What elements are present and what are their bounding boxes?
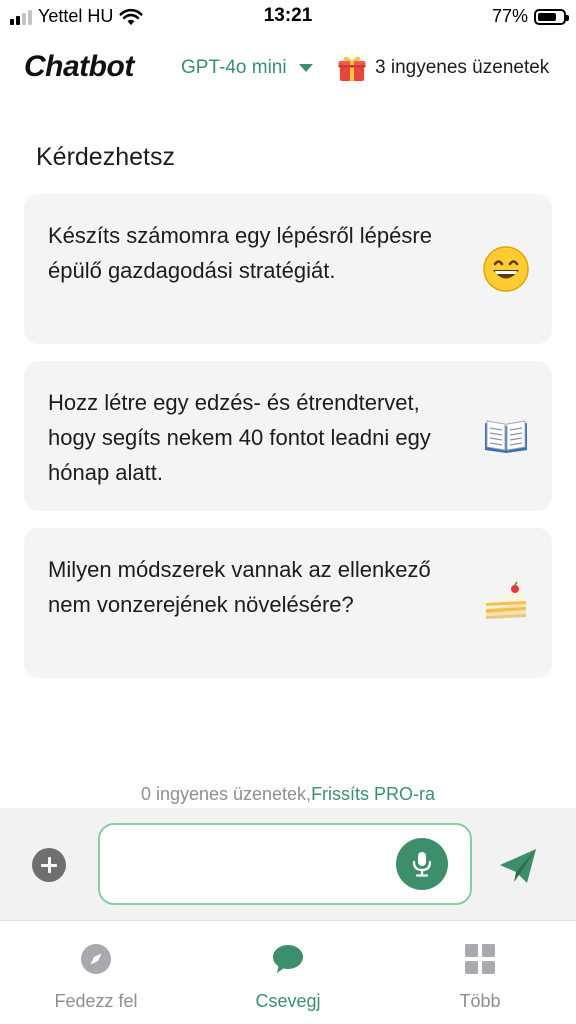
suggestion-card[interactable]: Milyen módszerek vannak az ellenkező nem… <box>24 528 552 678</box>
chat-bubble-icon <box>273 945 303 973</box>
status-bar: Yettel HU 13:21 77% <box>0 0 576 34</box>
tab-explore[interactable]: Fedezz fel <box>0 921 192 1024</box>
battery-percentage: 77% <box>491 6 528 26</box>
clock: 13:21 <box>263 5 313 26</box>
open-book-emoji <box>485 420 527 453</box>
suggestion-text: Milyen módszerek vannak az ellenkező nem… <box>48 557 431 617</box>
tab-more[interactable]: Több <box>384 921 576 1024</box>
suggestion-card[interactable]: Hozz létre egy edzés- és étrendtervet, h… <box>24 361 552 511</box>
caret-down-icon <box>298 64 313 72</box>
model-name: GPT-4o mini <box>181 57 287 78</box>
free-messages-remaining: 0 ingyenes üzenetek, <box>140 784 312 804</box>
cake-slice-emoji <box>486 581 526 619</box>
message-composer <box>0 808 576 920</box>
microphone-icon <box>412 852 432 877</box>
add-attachment-button[interactable] <box>32 848 66 882</box>
app-header: Chatbot GPT-4o mini 3 ingyenes üzenetek <box>0 44 576 96</box>
credits-notice: 0 ingyenes üzenetek,Frissíts PRO-ra <box>0 784 576 805</box>
suggestion-text: Hozz létre egy edzés- és étrendtervet, h… <box>48 390 431 485</box>
suggestion-text: Készíts számomra egy lépésről lépésre ép… <box>48 223 432 283</box>
free-messages-count: 3 ingyenes üzenetek <box>375 57 550 78</box>
bottom-tab-bar: Fedezz fel Csevegj Több <box>0 920 576 1024</box>
grinning-face-emoji <box>483 246 529 292</box>
battery-icon <box>534 8 569 25</box>
tab-label: Csevegj <box>255 991 321 1011</box>
tab-label: Fedezz fel <box>54 991 138 1011</box>
free-messages-badge[interactable]: 3 ingyenes üzenetek <box>337 53 549 83</box>
grid-icon <box>465 944 495 974</box>
send-button[interactable] <box>497 846 539 886</box>
tab-chat[interactable]: Csevegj <box>192 921 384 1024</box>
microphone-button[interactable] <box>396 838 448 890</box>
gift-icon <box>338 56 366 81</box>
upgrade-pro-link[interactable]: Frissíts PRO-ra <box>311 784 435 804</box>
tab-label: Több <box>459 991 501 1011</box>
compass-icon <box>81 944 111 974</box>
battery-group: 77% <box>491 6 569 27</box>
model-selector[interactable]: GPT-4o mini <box>181 57 313 79</box>
suggestion-card[interactable]: Készíts számomra egy lépésről lépésre ép… <box>24 194 552 344</box>
app-logo: Chatbot <box>24 50 134 83</box>
suggestions-title: Kérdezhetsz <box>36 143 175 171</box>
